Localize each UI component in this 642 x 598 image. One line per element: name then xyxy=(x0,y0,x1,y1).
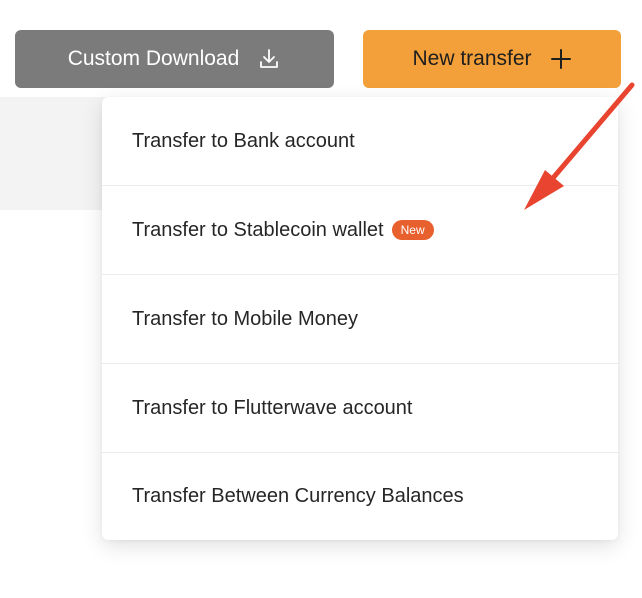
new-transfer-label: New transfer xyxy=(412,47,532,70)
menu-item-flutterwave-account[interactable]: Transfer to Flutterwave account xyxy=(102,364,618,453)
plus-icon xyxy=(550,48,572,70)
new-transfer-button[interactable]: New transfer xyxy=(363,30,621,88)
download-icon xyxy=(257,47,281,71)
menu-item-label: Transfer Between Currency Balances xyxy=(132,485,464,507)
new-badge: New xyxy=(391,220,434,240)
menu-item-bank-account[interactable]: Transfer to Bank account xyxy=(102,97,618,186)
menu-item-mobile-money[interactable]: Transfer to Mobile Money xyxy=(102,275,618,364)
menu-item-label: Transfer to Mobile Money xyxy=(132,307,359,330)
menu-item-stablecoin-wallet[interactable]: Transfer to Stablecoin wallet New xyxy=(102,186,618,275)
menu-item-label: Transfer to Flutterwave account xyxy=(132,396,413,419)
menu-item-currency-balances[interactable]: Transfer Between Currency Balances xyxy=(102,453,618,540)
custom-download-label: Custom Download xyxy=(67,47,240,70)
background-panel xyxy=(0,97,110,210)
menu-item-label: Transfer to Bank account xyxy=(132,129,355,152)
custom-download-button[interactable]: Custom Download xyxy=(15,30,334,88)
menu-item-label: Transfer to Stablecoin wallet xyxy=(132,218,384,241)
transfer-dropdown-menu: Transfer to Bank account Transfer to Sta… xyxy=(102,97,618,540)
